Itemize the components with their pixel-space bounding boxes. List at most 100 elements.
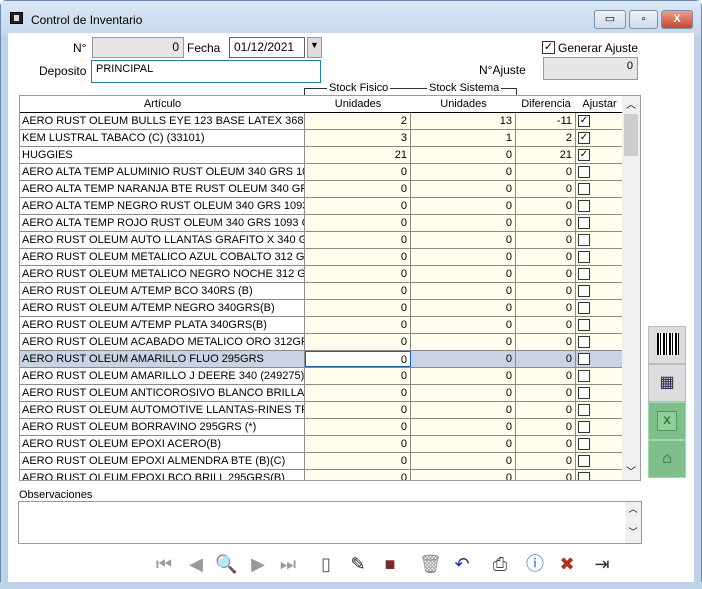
cell-articulo[interactable]: AERO ALTA TEMP NEGRO RUST OLEUM 340 GRS … [20, 198, 305, 214]
table-row[interactable]: AERO ALTA TEMP NARANJA BTE RUST OLEUM 34… [20, 181, 623, 198]
table-row[interactable]: AERO ALTA TEMP ROJO RUST OLEUM 340 GRS 1… [20, 215, 623, 232]
minimize-button[interactable]: ▭ [594, 10, 626, 29]
ajustar-checkbox[interactable] [578, 404, 590, 416]
cell-unidades-fisico[interactable]: 0 [305, 266, 411, 282]
date-dropdown-button[interactable]: ▼ [307, 37, 322, 58]
cell-articulo[interactable]: AERO RUST OLEUM AMARILLO FLUO 295GRS [20, 351, 305, 367]
observaciones-textarea[interactable]: ︿ ﹀ [18, 501, 642, 544]
ajustar-checkbox[interactable] [578, 336, 590, 348]
prev-button[interactable]: ◀ [185, 553, 207, 575]
generar-ajuste-checkbox[interactable]: ✓ [542, 41, 555, 54]
cell-unidades-fisico[interactable]: 0 [305, 385, 411, 401]
delete-button[interactable]: 🗑 [419, 553, 442, 575]
first-button[interactable]: ⏮ [153, 553, 175, 575]
cell-articulo[interactable]: AERO RUST OLEUM A/TEMP PLATA 340GRS(B) [20, 317, 305, 333]
maximize-button[interactable]: ▫ [629, 10, 658, 29]
cell-unidades-fisico[interactable]: 0 [305, 198, 411, 214]
cell-articulo[interactable]: AERO RUST OLEUM EPOXI BCO BRILL 295GRS(B… [20, 470, 305, 480]
table-row[interactable]: AERO RUST OLEUM EPOXI ALMENDRA BTE (B)(C… [20, 453, 623, 470]
ajustar-checkbox[interactable] [578, 268, 590, 280]
cell-articulo[interactable]: AERO RUST OLEUM EPOXI ALMENDRA BTE (B)(C… [20, 453, 305, 469]
ajustar-checkbox[interactable]: ✓ [578, 132, 590, 144]
barcode-button[interactable] [648, 326, 686, 364]
cell-unidades-fisico[interactable]: 0 [305, 368, 411, 384]
cell-articulo[interactable]: AERO RUST OLEUM METALICO NEGRO NOCHE 312… [20, 266, 305, 282]
cell-unidades-fisico[interactable]: 21 [305, 147, 411, 163]
ajustar-checkbox[interactable] [578, 353, 590, 365]
ajustar-checkbox[interactable] [578, 251, 590, 263]
ajustar-checkbox[interactable] [578, 438, 590, 450]
new-button[interactable]: ▯ [315, 553, 337, 575]
cell-unidades-fisico[interactable]: 0 [305, 164, 411, 180]
ajustar-checkbox[interactable]: ✓ [578, 149, 590, 161]
close-button[interactable]: X [661, 10, 693, 29]
ajustar-checkbox[interactable] [578, 387, 590, 399]
col-ajustar[interactable]: Ajustar [576, 96, 623, 113]
ajustar-checkbox[interactable] [578, 455, 590, 467]
table-row[interactable]: AERO RUST OLEUM AUTOMOTIVE LLANTAS-RINES… [20, 402, 623, 419]
table-row[interactable]: AERO RUST OLEUM AUTO LLANTAS GRAFITO X 3… [20, 232, 623, 249]
table-row[interactable]: AERO RUST OLEUM BORRAVINO 295GRS (*) 0 0… [20, 419, 623, 436]
table-row[interactable]: AERO RUST OLEUM ANTICOROSIVO BLANCO BRIL… [20, 385, 623, 402]
ajustar-checkbox[interactable] [578, 421, 590, 433]
ajustar-checkbox[interactable] [578, 217, 590, 229]
table-row[interactable]: AERO RUST OLEUM AMARILLO J DEERE 340 (24… [20, 368, 623, 385]
cell-unidades-fisico[interactable]: 0 [305, 402, 411, 418]
cell-articulo[interactable]: KEM LUSTRAL TABACO (C) (33101) [20, 130, 305, 146]
col-diferencia[interactable]: Diferencia [516, 96, 576, 113]
table-row[interactable]: AERO RUST OLEUM EPOXI ACERO(B) 0 0 0 [20, 436, 623, 453]
filter-button[interactable]: ▦ [648, 364, 686, 402]
table-row[interactable]: AERO ALTA TEMP NEGRO RUST OLEUM 340 GRS … [20, 198, 623, 215]
cell-articulo[interactable]: AERO RUST OLEUM AMARILLO J DEERE 340 (24… [20, 368, 305, 384]
excel-button[interactable]: X [648, 402, 686, 440]
ajustar-checkbox[interactable] [578, 183, 590, 195]
save-button[interactable]: ■ [379, 553, 401, 575]
ajustar-checkbox[interactable] [578, 285, 590, 297]
cell-articulo[interactable]: AERO ALTA TEMP ROJO RUST OLEUM 340 GRS 1… [20, 215, 305, 231]
cell-articulo[interactable]: HUGGIES [20, 147, 305, 163]
tools-button[interactable]: ✖ [556, 553, 578, 575]
ajustar-checkbox[interactable] [578, 319, 590, 331]
table-row[interactable]: KEM LUSTRAL TABACO (C) (33101) 3 1 2 ✓ [20, 130, 623, 147]
cell-articulo[interactable]: AERO RUST OLEUM METALICO AZUL COBALTO 31… [20, 249, 305, 265]
scroll-down-icon[interactable]: ﹀ [622, 463, 640, 478]
table-row[interactable]: HUGGIES 21 0 21 ✓ [20, 147, 623, 164]
table-row[interactable]: AERO RUST OLEUM METALICO AZUL COBALTO 31… [20, 249, 623, 266]
scroll-thumb[interactable] [624, 114, 638, 156]
cell-articulo[interactable]: AERO RUST OLEUM ANTICOROSIVO BLANCO BRIL… [20, 385, 305, 401]
cell-articulo[interactable]: AERO RUST OLEUM A/TEMP NEGRO 340GRS(B) [20, 300, 305, 316]
col-unidades-fisico[interactable]: Unidades [305, 96, 411, 113]
col-articulo[interactable]: Artículo [20, 96, 305, 113]
cell-articulo[interactable]: AERO RUST OLEUM A/TEMP BCO 340RS (B) [20, 283, 305, 299]
ajustar-checkbox[interactable] [578, 166, 590, 178]
cell-unidades-fisico[interactable]: 0 [305, 283, 411, 299]
cell-articulo[interactable]: AERO RUST OLEUM AUTOMOTIVE LLANTAS-RINES… [20, 402, 305, 418]
cell-unidades-fisico[interactable]: 2 [305, 113, 411, 129]
cell-unidades-fisico[interactable]: 0 [305, 470, 411, 480]
cell-unidades-fisico[interactable]: 0 [305, 351, 411, 367]
cell-articulo[interactable]: AERO ALTA TEMP NARANJA BTE RUST OLEUM 34… [20, 181, 305, 197]
cell-unidades-fisico[interactable]: 0 [305, 453, 411, 469]
scroll-up-icon[interactable]: ︿ [622, 96, 640, 113]
cell-articulo[interactable]: AERO RUST OLEUM AUTO LLANTAS GRAFITO X 3… [20, 232, 305, 248]
cell-unidades-fisico[interactable]: 0 [305, 317, 411, 333]
table-row[interactable]: AERO RUST OLEUM BULLS EYE 123 BASE LATEX… [20, 113, 623, 130]
fecha-input[interactable]: 01/12/2021 [229, 37, 305, 58]
cell-unidades-fisico[interactable]: 0 [305, 300, 411, 316]
undo-button[interactable]: ↶ [451, 553, 473, 575]
info-button[interactable]: ⓘ [524, 553, 546, 575]
cell-unidades-fisico[interactable]: 0 [305, 334, 411, 350]
cell-unidades-fisico[interactable]: 3 [305, 130, 411, 146]
col-unidades-sistema[interactable]: Unidades [411, 96, 516, 113]
ajustar-checkbox[interactable] [578, 370, 590, 382]
table-row[interactable]: AERO ALTA TEMP ALUMINIO RUST OLEUM 340 G… [20, 164, 623, 181]
cell-articulo[interactable]: AERO RUST OLEUM ACABADO METALICO ORO 312… [20, 334, 305, 350]
table-row[interactable]: AERO RUST OLEUM ACABADO METALICO ORO 312… [20, 334, 623, 351]
ajustar-checkbox[interactable] [578, 472, 590, 480]
search-button[interactable]: 🔍 [215, 553, 237, 575]
cell-unidades-fisico[interactable]: 0 [305, 215, 411, 231]
cell-unidades-fisico[interactable]: 0 [305, 419, 411, 435]
import-button[interactable]: ⌂ [648, 440, 686, 478]
ajustar-checkbox[interactable] [578, 302, 590, 314]
table-row[interactable]: AERO RUST OLEUM METALICO NEGRO NOCHE 312… [20, 266, 623, 283]
